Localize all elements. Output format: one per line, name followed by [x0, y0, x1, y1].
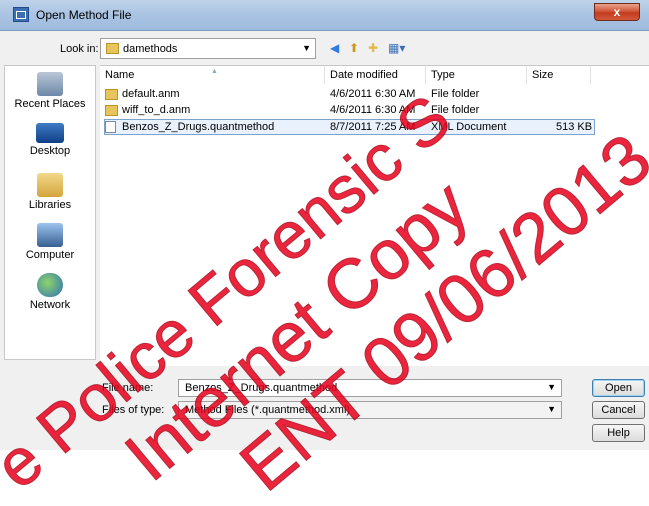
title-bar: Open Method File x: [0, 0, 649, 31]
file-size: 513 KB: [556, 121, 593, 133]
place-computer[interactable]: Computer: [5, 223, 95, 261]
computer-icon: [37, 223, 63, 247]
file-list[interactable]: Name ▲ Date modified Type Size default.a…: [100, 65, 649, 366]
column-label: Name: [105, 69, 135, 81]
xml-document-icon: [105, 121, 116, 133]
folder-icon: [106, 43, 119, 54]
chevron-down-icon[interactable]: ▼: [547, 382, 556, 392]
look-in-dropdown[interactable]: damethods ▼: [100, 38, 316, 59]
file-name-label: File name:: [102, 382, 154, 394]
places-bar: Recent Places Desktop Libraries Computer…: [4, 65, 96, 360]
chevron-down-icon: ▼: [547, 404, 556, 414]
help-button[interactable]: Help: [592, 424, 645, 442]
file-row[interactable]: wiff_to_d.anm 4/6/2011 6:30 AM File fold…: [100, 102, 649, 118]
file-name-input[interactable]: Benzos_Z_Drugs.quantmethod ▼: [178, 379, 562, 397]
network-icon: [37, 273, 63, 297]
open-button[interactable]: Open: [592, 379, 645, 397]
file-type: File folder: [431, 88, 480, 100]
file-row[interactable]: default.anm 4/6/2011 6:30 AM File folder: [100, 86, 649, 102]
place-label: Network: [29, 299, 71, 311]
place-label: Libraries: [28, 199, 72, 211]
place-desktop[interactable]: Desktop: [5, 123, 95, 157]
files-of-type-select[interactable]: Method Files (*.quantmethod.xml) ▼: [178, 401, 562, 419]
file-date: 8/7/2011 7:25 AM: [330, 121, 416, 133]
sort-ascending-icon: ▲: [211, 68, 218, 75]
files-of-type-label: Files of type:: [102, 404, 165, 416]
recent-places-icon: [37, 72, 63, 96]
place-label: Desktop: [29, 145, 71, 157]
place-network[interactable]: Network: [5, 273, 95, 311]
place-label: Recent Places: [14, 98, 86, 110]
chevron-down-icon: ▼: [302, 43, 311, 53]
column-header-type[interactable]: Type: [426, 66, 527, 84]
file-type: XML Document: [431, 121, 507, 133]
column-header-size[interactable]: Size: [527, 66, 591, 84]
column-header-name[interactable]: Name ▲: [100, 66, 325, 84]
up-folder-icon[interactable]: ⬆: [349, 40, 359, 56]
column-header-date[interactable]: Date modified: [325, 66, 426, 84]
close-button[interactable]: x: [594, 3, 640, 21]
views-menu-icon[interactable]: ▦▾: [388, 40, 405, 56]
file-row-selected[interactable]: Benzos_Z_Drugs.quantmethod 8/7/2011 7:25…: [100, 119, 649, 135]
look-in-label: Look in:: [60, 43, 99, 55]
file-date: 4/6/2011 6:30 AM: [330, 88, 416, 100]
window-title: Open Method File: [36, 8, 132, 22]
file-name: Benzos_Z_Drugs.quantmethod: [122, 121, 275, 133]
files-of-type-value: Method Files (*.quantmethod.xml): [185, 404, 351, 416]
file-name: wiff_to_d.anm: [122, 104, 191, 116]
place-label: Computer: [25, 249, 75, 261]
file-name: default.anm: [122, 88, 180, 100]
look-in-value: damethods: [123, 43, 178, 55]
back-icon[interactable]: ◀: [330, 40, 339, 56]
file-type: File folder: [431, 104, 480, 116]
place-recent-places[interactable]: Recent Places: [5, 72, 95, 110]
libraries-icon: [37, 173, 63, 197]
cancel-button[interactable]: Cancel: [592, 401, 645, 419]
place-libraries[interactable]: Libraries: [5, 173, 95, 211]
file-name-value: Benzos_Z_Drugs.quantmethod: [185, 382, 338, 394]
app-icon: [13, 7, 29, 22]
new-folder-icon[interactable]: ✚: [368, 40, 378, 56]
file-date: 4/6/2011 6:30 AM: [330, 104, 416, 116]
folder-icon: [105, 89, 118, 100]
folder-icon: [105, 105, 118, 116]
desktop-icon: [36, 123, 64, 143]
